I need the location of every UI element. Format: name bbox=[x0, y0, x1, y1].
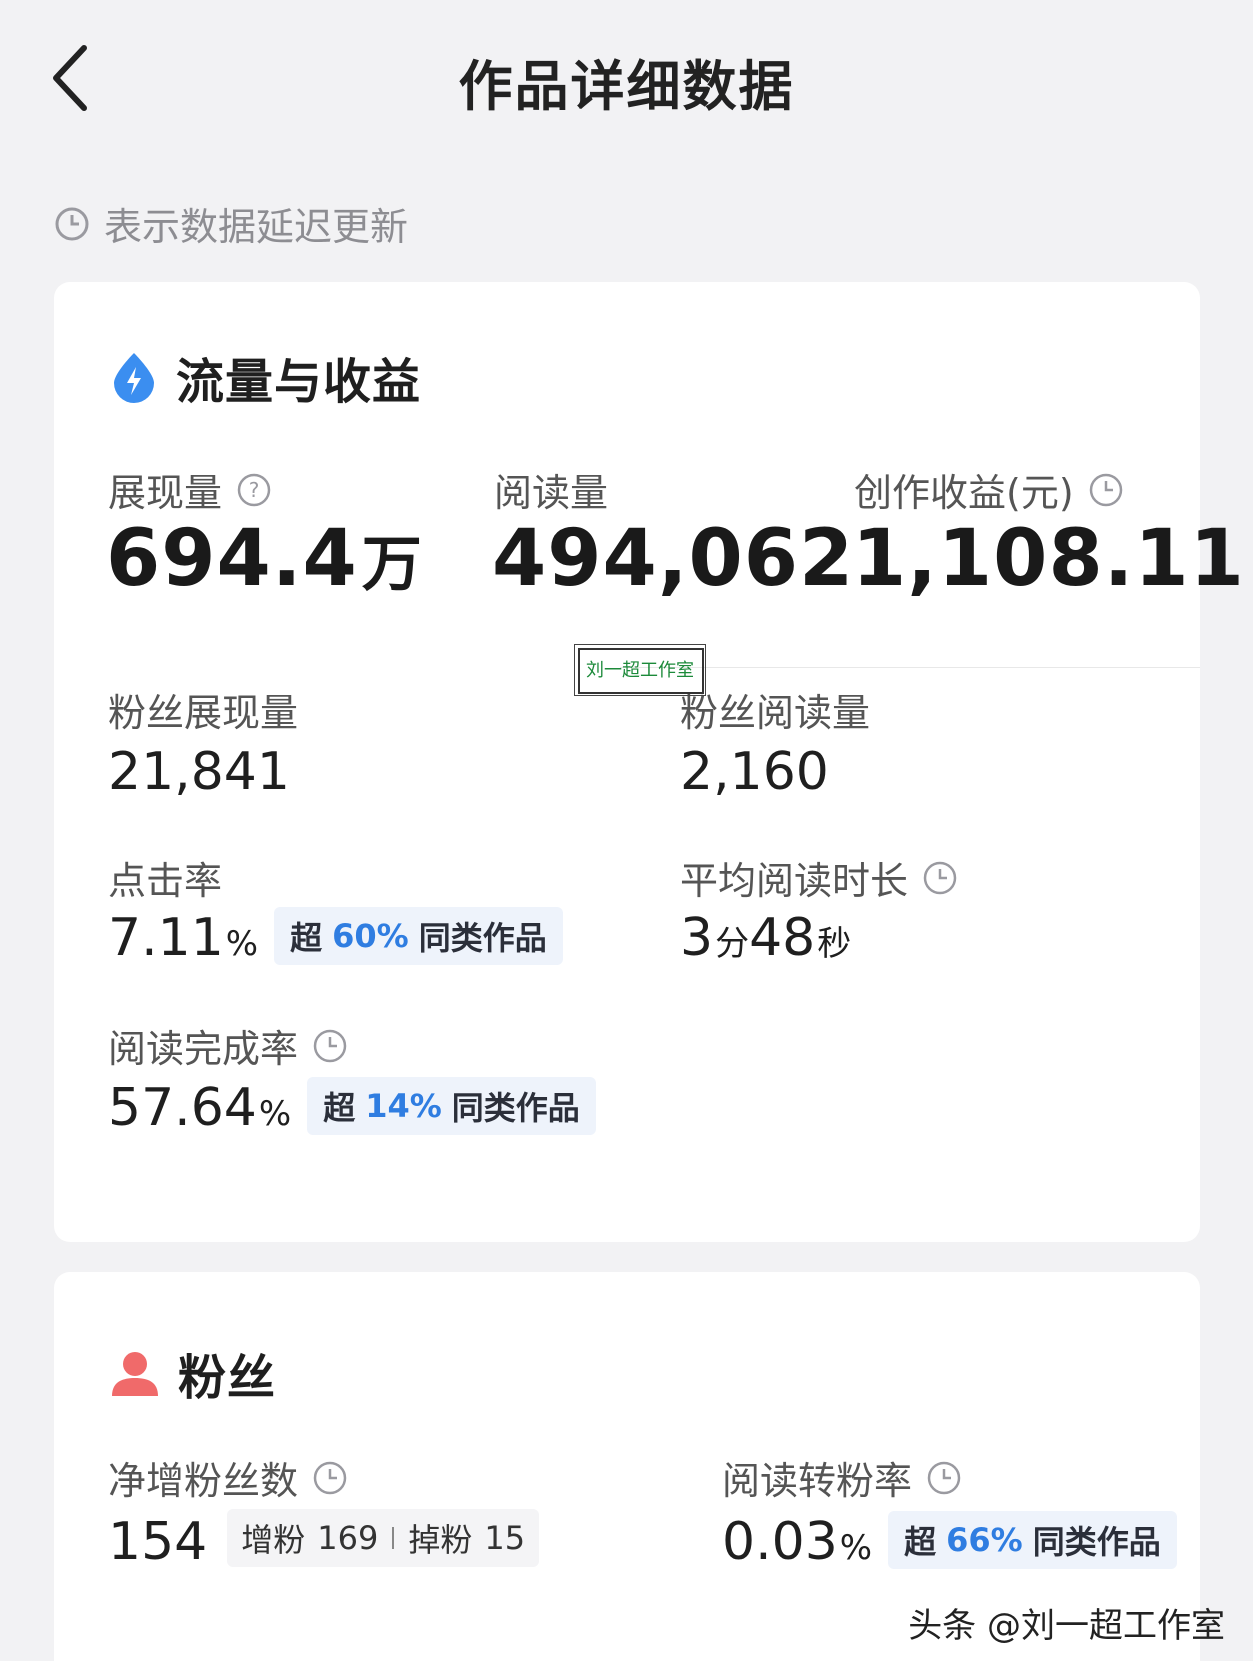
completion-rank-badge: 超 14% 同类作品 bbox=[307, 1077, 596, 1135]
stamp-text: 刘一超工作室 bbox=[586, 660, 694, 681]
platform-watermark: 头条 @刘一超工作室 bbox=[908, 1606, 1225, 1646]
user-icon bbox=[112, 1352, 158, 1396]
avg-read-time-label-wrap: 平均阅读时长 bbox=[680, 850, 958, 905]
reads-label: 阅读量 bbox=[494, 471, 609, 515]
income-label-wrap: 创作收益(元) bbox=[854, 462, 1124, 517]
avg-read-sec: 48 bbox=[749, 908, 816, 968]
fan-impressions-label: 粉丝展现量 bbox=[108, 691, 299, 735]
traffic-income-card: 流量与收益 展现量 ? 阅读量 创作收益(元) 694.4万 494,062 1… bbox=[54, 282, 1244, 1242]
net-gain-label: 净增粉丝数 bbox=[108, 1459, 299, 1503]
ctr-unit: % bbox=[225, 924, 259, 964]
reads-label-wrap: 阅读量 bbox=[494, 462, 608, 517]
gain-label: 增粉 bbox=[241, 1521, 306, 1559]
badge-suffix: 同类作品 bbox=[418, 919, 547, 957]
svg-text:?: ? bbox=[249, 478, 260, 502]
avg-read-min-unit: 分 bbox=[715, 924, 750, 964]
lightning-drop-icon bbox=[114, 353, 154, 403]
page-title: 作品详细数据 bbox=[458, 55, 795, 118]
header-bar: 作品详细数据 bbox=[0, 0, 1253, 160]
loss-value: 15 bbox=[484, 1519, 526, 1557]
completion-label-wrap: 阅读完成率 bbox=[108, 1018, 348, 1073]
avg-read-time-value: 3 分 48 秒 bbox=[680, 908, 851, 968]
conversion-rank-badge: 超 66% 同类作品 bbox=[888, 1511, 1177, 1569]
impressions-label: 展现量 bbox=[108, 471, 223, 515]
conversion-label-wrap: 阅读转粉率 bbox=[722, 1450, 962, 1505]
gain-value: 169 bbox=[317, 1519, 379, 1557]
clock-icon bbox=[1089, 473, 1122, 506]
gain-loss-box: 增粉 169 掉粉 15 bbox=[227, 1509, 540, 1567]
studio-stamp: 刘一超工作室 bbox=[572, 642, 708, 698]
clock-icon bbox=[55, 207, 89, 240]
impressions-value: 694.4 bbox=[106, 514, 358, 604]
conversion-value: 0.03 bbox=[722, 1512, 838, 1572]
completion-value: 57.64 bbox=[108, 1078, 257, 1138]
income-value: 1,108.11 bbox=[852, 514, 1245, 604]
avg-read-min: 3 bbox=[680, 908, 714, 968]
traffic-section-title: 流量与收益 bbox=[176, 354, 422, 410]
badge-pct: 14% bbox=[365, 1087, 442, 1125]
conversion-label: 阅读转粉率 bbox=[722, 1459, 913, 1503]
net-gain-value: 154 bbox=[108, 1512, 208, 1572]
fan-impressions-value: 21,841 bbox=[108, 742, 290, 802]
badge-suffix: 同类作品 bbox=[451, 1089, 580, 1127]
income-label: 创作收益(元) bbox=[854, 471, 1074, 515]
delay-notice: 表示数据延迟更新 bbox=[54, 196, 408, 251]
fan-reads-label: 粉丝阅读量 bbox=[680, 691, 871, 735]
badge-prefix: 超 bbox=[323, 1089, 356, 1127]
ctr-rank-badge: 超 60% 同类作品 bbox=[274, 907, 563, 965]
clock-icon bbox=[313, 1461, 347, 1494]
impressions-unit: 万 bbox=[361, 530, 423, 600]
fans-section-title: 粉丝 bbox=[178, 1350, 277, 1406]
conversion-value-wrap: 0.03% 超 66% 同类作品 bbox=[722, 1511, 1177, 1575]
completion-value-wrap: 57.64% 超 14% 同类作品 bbox=[108, 1077, 596, 1141]
reads-value: 494,062 bbox=[492, 514, 855, 604]
completion-unit: % bbox=[258, 1094, 292, 1134]
ctr-label: 点击率 bbox=[108, 859, 223, 903]
fans-section-header: 粉丝 bbox=[110, 1338, 276, 1408]
badge-prefix: 超 bbox=[904, 1523, 937, 1561]
net-gain-label-wrap: 净增粉丝数 bbox=[108, 1450, 348, 1505]
loss-label: 掉粉 bbox=[408, 1521, 473, 1559]
badge-pct: 60% bbox=[332, 917, 409, 955]
badge-pct: 66% bbox=[946, 1521, 1023, 1559]
completion-label: 阅读完成率 bbox=[108, 1027, 299, 1071]
clock-icon bbox=[923, 861, 957, 894]
ctr-value: 7.11 bbox=[108, 908, 224, 968]
avg-read-sec-unit: 秒 bbox=[817, 924, 852, 964]
separator bbox=[392, 1527, 395, 1549]
help-icon[interactable]: ? bbox=[236, 472, 272, 508]
impressions-label-wrap: 展现量 ? bbox=[108, 462, 272, 517]
net-gain-value-wrap: 154 增粉 169 掉粉 15 bbox=[108, 1509, 540, 1575]
badge-prefix: 超 bbox=[290, 919, 323, 957]
conversion-unit: % bbox=[839, 1528, 873, 1568]
notice-text: 表示数据延迟更新 bbox=[104, 205, 409, 249]
badge-suffix: 同类作品 bbox=[1032, 1523, 1161, 1561]
fan-reads-value: 2,160 bbox=[680, 742, 829, 802]
clock-icon bbox=[313, 1029, 347, 1062]
ctr-value-wrap: 7.11% 超 60% 同类作品 bbox=[108, 907, 563, 971]
clock-icon bbox=[927, 1461, 961, 1494]
avg-read-time-label: 平均阅读时长 bbox=[680, 859, 909, 903]
traffic-section-header: 流量与收益 bbox=[110, 342, 421, 412]
impressions-value-wrap: 694.4万 bbox=[106, 514, 423, 604]
